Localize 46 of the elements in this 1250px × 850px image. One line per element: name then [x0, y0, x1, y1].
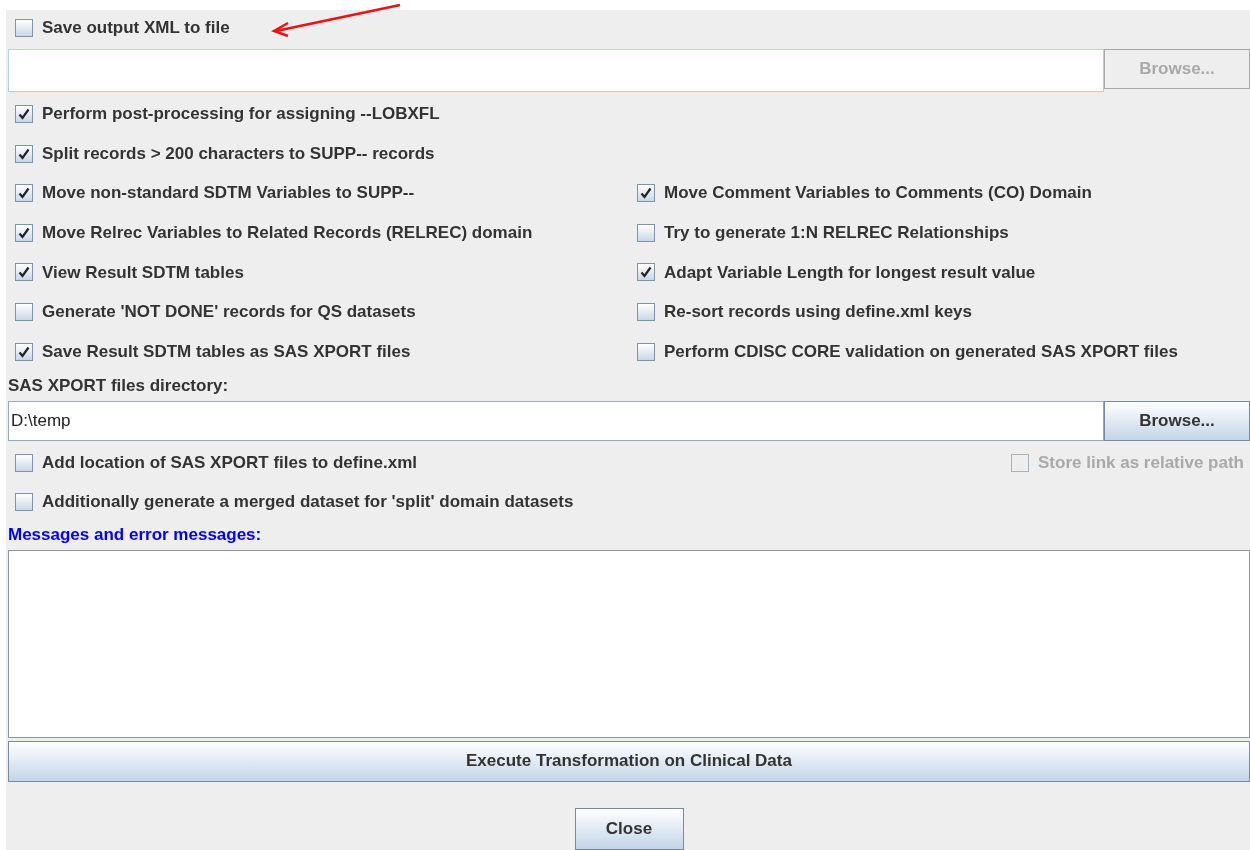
- check-icon: [18, 226, 30, 239]
- directory-field[interactable]: D:\temp: [8, 401, 1104, 442]
- checkbox-label: Try to generate 1:N RELREC Relationships: [664, 222, 1009, 245]
- checkbox-label: Perform post-processing for assigning --LOBXFL: [42, 103, 440, 126]
- checkbox[interactable]: [15, 144, 33, 163]
- checkbox[interactable]: [15, 223, 33, 242]
- checkbox[interactable]: [15, 302, 33, 321]
- checkbox-label: View Result SDTM tables: [42, 261, 244, 284]
- output-path-field[interactable]: [8, 49, 1104, 92]
- checkbox[interactable]: [637, 302, 655, 321]
- close-button[interactable]: Close: [574, 807, 684, 850]
- check-icon: [640, 187, 652, 200]
- checkbox-label: Save output XML to file: [42, 17, 230, 40]
- checkbox-label: Move non-standard SDTM Variables to SUPP--: [42, 182, 415, 205]
- check-icon: [18, 187, 30, 200]
- checkbox[interactable]: [15, 493, 33, 512]
- checkbox-label: Add location of SAS XPORT files to define.xml: [42, 452, 417, 475]
- checkbox-label: Adapt Variable Length for longest result value: [664, 261, 1036, 284]
- checkbox[interactable]: [15, 105, 33, 123]
- browse-button[interactable]: Browse...: [1104, 401, 1250, 442]
- checkbox-label: Move Comment Variables to Comments (CO) Domain: [664, 182, 1092, 205]
- execute-button[interactable]: Execute Transformation on Clinical Data: [8, 740, 1250, 782]
- checkbox[interactable]: [15, 454, 33, 473]
- checkbox[interactable]: [15, 19, 33, 37]
- checkbox-label: Split records > 200 characters to SUPP-- records: [42, 142, 435, 165]
- checkbox-label: Move Relrec Variables to Related Records (RELREC) domain: [42, 222, 533, 245]
- checkbox-label: Additionally generate a merged dataset for 'split' domain datasets: [42, 491, 574, 514]
- checkbox[interactable]: [637, 223, 655, 242]
- checkbox[interactable]: [637, 342, 655, 361]
- directory-label: SAS XPORT files directory:: [8, 374, 230, 397]
- check-icon: [18, 108, 30, 120]
- checkbox[interactable]: [15, 263, 33, 282]
- check-icon: [640, 266, 652, 279]
- messages-label: Messages and error messages:: [8, 524, 263, 547]
- checkbox-label: Store link as relative path: [1038, 452, 1244, 475]
- checkbox-label: Perform CDISC CORE validation on generated SAS XPORT files: [664, 340, 1178, 363]
- checkbox-label: Generate 'NOT DONE' records for QS datasets: [42, 301, 416, 324]
- checkbox[interactable]: [15, 184, 33, 203]
- checkbox-label: Re-sort records using define.xml keys: [664, 301, 972, 324]
- checkbox[interactable]: [637, 263, 655, 282]
- check-icon: [18, 147, 30, 160]
- checkbox[interactable]: [637, 184, 655, 203]
- checkbox-label: Save Result SDTM tables as SAS XPORT files: [42, 340, 411, 363]
- check-icon: [18, 345, 30, 358]
- checkbox[interactable]: [15, 342, 33, 361]
- check-icon: [18, 266, 30, 279]
